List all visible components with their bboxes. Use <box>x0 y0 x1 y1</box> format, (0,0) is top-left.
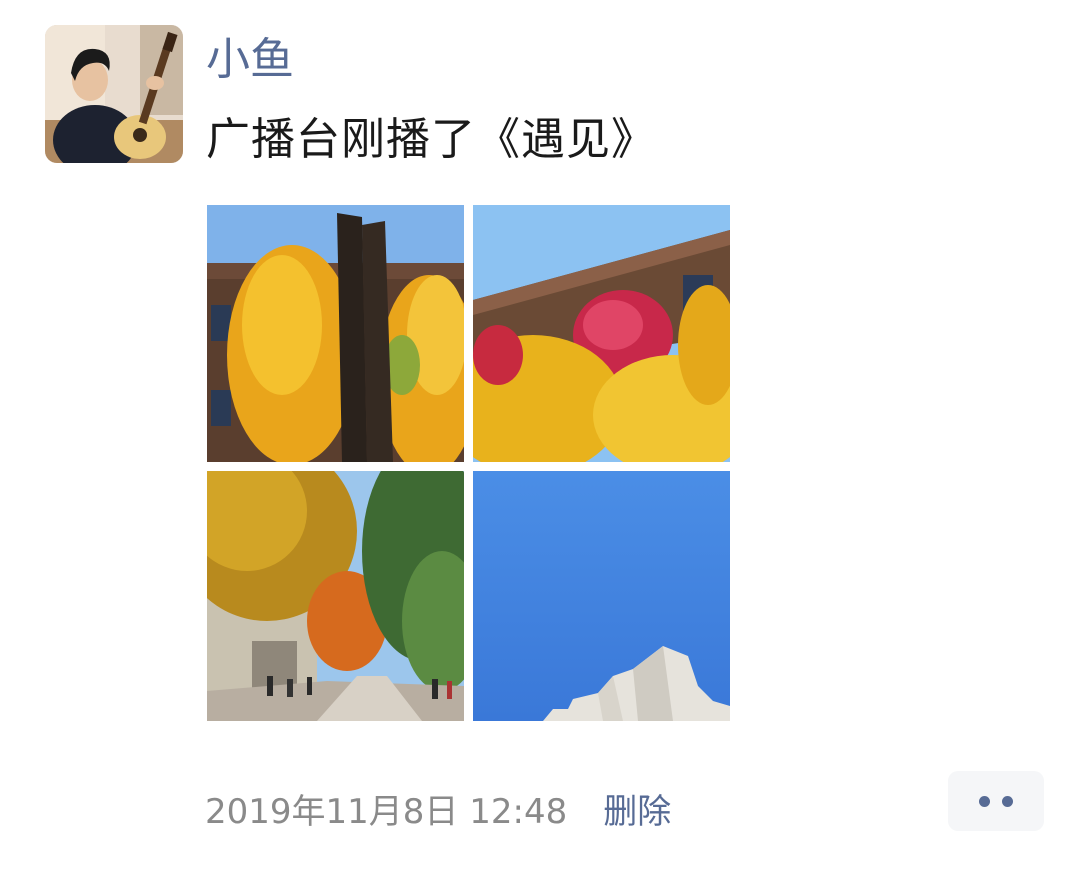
blue-sky-building-photo <box>473 471 730 721</box>
more-dot-icon <box>1002 795 1013 807</box>
red-leaves-building-photo <box>473 205 730 462</box>
more-dot-icon <box>979 795 990 807</box>
photo-grid <box>207 205 730 721</box>
delete-link[interactable]: 删除 <box>603 784 671 833</box>
author-name[interactable]: 小鱼 <box>206 30 294 90</box>
avatar[interactable] <box>45 25 183 163</box>
photo-1[interactable] <box>207 205 464 462</box>
photo-3[interactable] <box>207 471 464 721</box>
tree-lined-road-photo <box>207 471 464 721</box>
photo-2[interactable] <box>473 205 730 462</box>
timestamp: 2019年11月8日 12:48 <box>205 791 568 832</box>
post-meta: 2019年11月8日 12:48 删除 <box>205 780 671 836</box>
avatar-image <box>45 25 183 163</box>
more-actions-button[interactable] <box>948 771 1044 831</box>
photo-4[interactable] <box>473 471 730 721</box>
ginkgo-trees-photo <box>207 205 464 462</box>
moments-post: 小鱼 广播台刚播了《遇见》 2019年11月8日 12:48 删除 <box>0 0 1080 895</box>
post-text: 广播台刚播了《遇见》 <box>206 114 656 165</box>
